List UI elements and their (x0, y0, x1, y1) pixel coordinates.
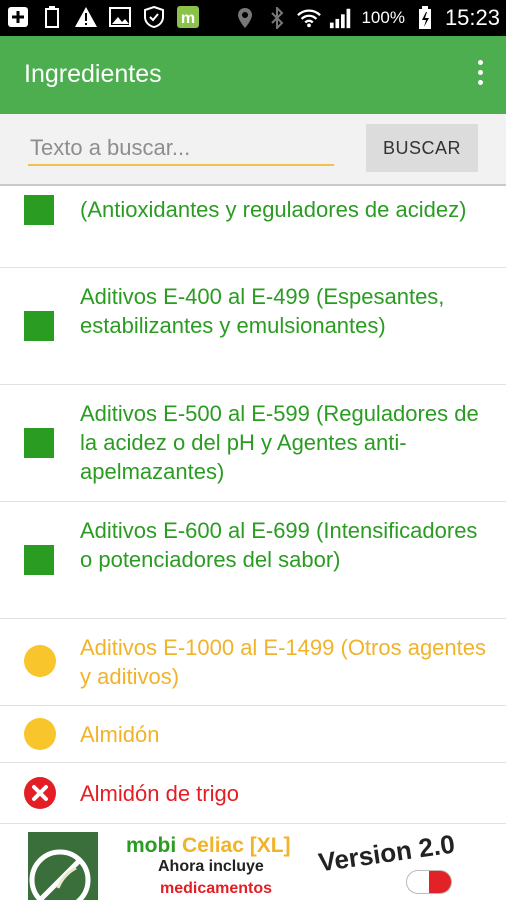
list-item-label: Aditivos E-600 al E-699 (Intensificadore… (80, 518, 478, 572)
list-item[interactable]: Aditivos E-600 al E-699 (Intensificadore… (0, 502, 506, 619)
list-item[interactable]: Aditivos E-1000 al E-1499 (Otros agentes… (0, 619, 506, 706)
list-item-label: (Antioxidantes y reguladores de acidez) (80, 197, 467, 222)
green-square-icon (24, 428, 54, 458)
green-square-icon (24, 195, 54, 225)
close-circle-icon (24, 777, 56, 809)
search-bar: BUSCAR (0, 114, 506, 186)
list-item-label: Aditivos E-400 al E-499 (Espesantes, est… (80, 284, 445, 338)
yellow-circle-icon (24, 645, 56, 677)
clock: 15:23 (444, 5, 500, 30)
green-square-icon (24, 545, 54, 575)
status-bar: m 100% 15:23 (0, 0, 506, 36)
yellow-circle-icon (24, 718, 56, 750)
image-icon (108, 5, 132, 29)
signal-icon (329, 6, 353, 30)
ad-line2: medicamentos (160, 880, 273, 897)
battery-outline-icon (40, 5, 64, 29)
shield-icon (142, 5, 166, 29)
ad-banner[interactable]: mobi Celiac [XL] Ahora incluye medicamen… (0, 830, 506, 900)
svg-text:m: m (181, 10, 195, 27)
warning-icon (74, 5, 98, 29)
list-item[interactable]: Aditivos E-500 al E-599 (Reguladores de … (0, 385, 506, 502)
search-input[interactable] (28, 132, 334, 166)
pill-icon (406, 870, 452, 894)
list-item[interactable]: Almidón (0, 706, 506, 763)
search-button[interactable]: BUSCAR (366, 124, 478, 172)
ad-brand-mobi: mobi (126, 834, 177, 857)
ingredients-list: (Antioxidantes y reguladores de acidez) … (0, 185, 506, 830)
app-bar: Ingredientes (0, 36, 506, 114)
add-icon (6, 5, 30, 29)
list-item-label: Almidón (80, 722, 160, 747)
list-item-label: Aditivos E-500 al E-599 (Reguladores de … (80, 401, 479, 484)
bluetooth-icon (265, 6, 289, 30)
list-item[interactable]: (Antioxidantes y reguladores de acidez) (0, 185, 506, 268)
battery-percent: 100% (361, 8, 405, 27)
celiac-logo-icon (28, 832, 98, 900)
list-item-label: Almidón de trigo (80, 781, 239, 806)
list-item[interactable]: Almidón de trigo (0, 763, 506, 824)
list-item-label: Aditivos E-1000 al E-1499 (Otros agentes… (80, 635, 487, 689)
ad-brand: mobi Celiac [XL] (126, 834, 291, 858)
location-icon (233, 6, 257, 30)
ad-line1: Ahora incluye (158, 858, 264, 875)
green-square-icon (24, 311, 54, 341)
battery-icon (413, 6, 437, 30)
list-item[interactable]: Aditivos E-400 al E-499 (Espesantes, est… (0, 268, 506, 385)
app-m-icon: m (176, 5, 200, 29)
more-vert-icon[interactable] (474, 60, 486, 90)
system-icons: 100% 15:23 (233, 5, 500, 31)
notification-icons: m (6, 5, 200, 29)
ad-brand-celiac: Celiac [XL] (182, 834, 291, 857)
page-title: Ingredientes (24, 60, 162, 88)
wifi-icon (297, 6, 322, 30)
